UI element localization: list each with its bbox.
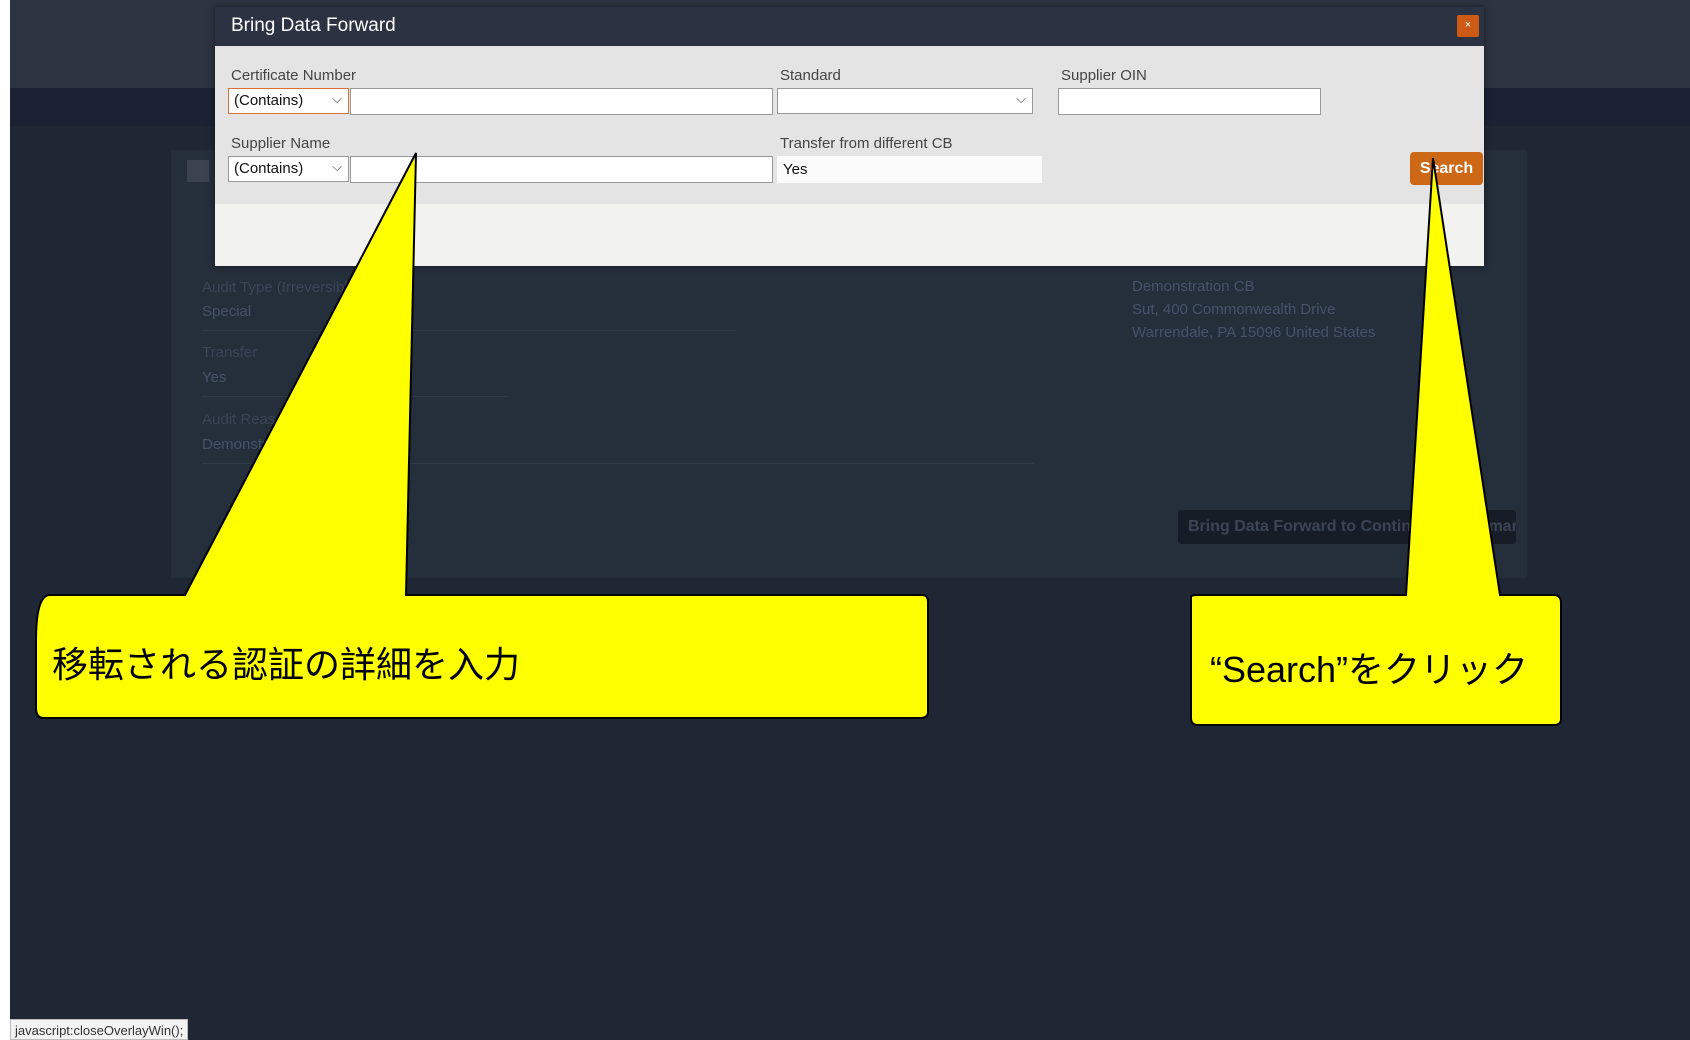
input-details-callout-text: 移転される認証の詳細を入力: [52, 644, 521, 685]
app-window: Audit Type (Irreversible) Special Transf…: [10, 0, 1690, 1040]
click-search-callout-text: “Search”をクリック: [1210, 649, 1529, 690]
status-bar-url: javascript:closeOverlayWin();: [10, 1019, 189, 1040]
click-search-callout-shape: [1190, 157, 1562, 726]
annotation-callouts: [35, 152, 1562, 726]
input-details-callout-shape: [35, 152, 929, 719]
